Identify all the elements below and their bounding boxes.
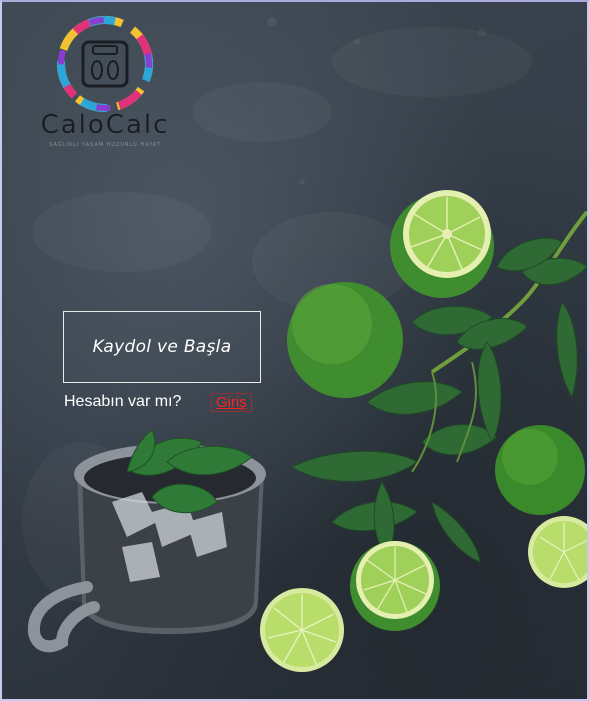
- lime-half-bottom: [350, 541, 440, 631]
- app-window: CaloCalc SAĞLIKLI YAŞAM HUZURLU HAYAT Ka…: [0, 0, 589, 701]
- logo: CaloCalc SAĞLIKLI YAŞAM HUZURLU HAYAT: [20, 10, 190, 150]
- lime-slice-right: [528, 516, 587, 588]
- brand-tagline: SAĞLIKLI YAŞAM HUZURLU HAYAT: [49, 142, 161, 148]
- login-row: Hesabın var mı? Giriş: [64, 391, 284, 417]
- signup-button-label: Kaydol ve Başla: [92, 337, 232, 357]
- mug: [27, 429, 266, 653]
- brand-name: CaloCalc: [40, 110, 170, 140]
- lime-half-top: [390, 190, 494, 298]
- account-question: Hesabın var mı?: [64, 393, 182, 410]
- scale-icon: [56, 15, 153, 112]
- signup-button[interactable]: Kaydol ve Başla: [63, 311, 261, 383]
- login-link[interactable]: Giriş: [211, 393, 252, 412]
- lime-slice: [260, 588, 344, 672]
